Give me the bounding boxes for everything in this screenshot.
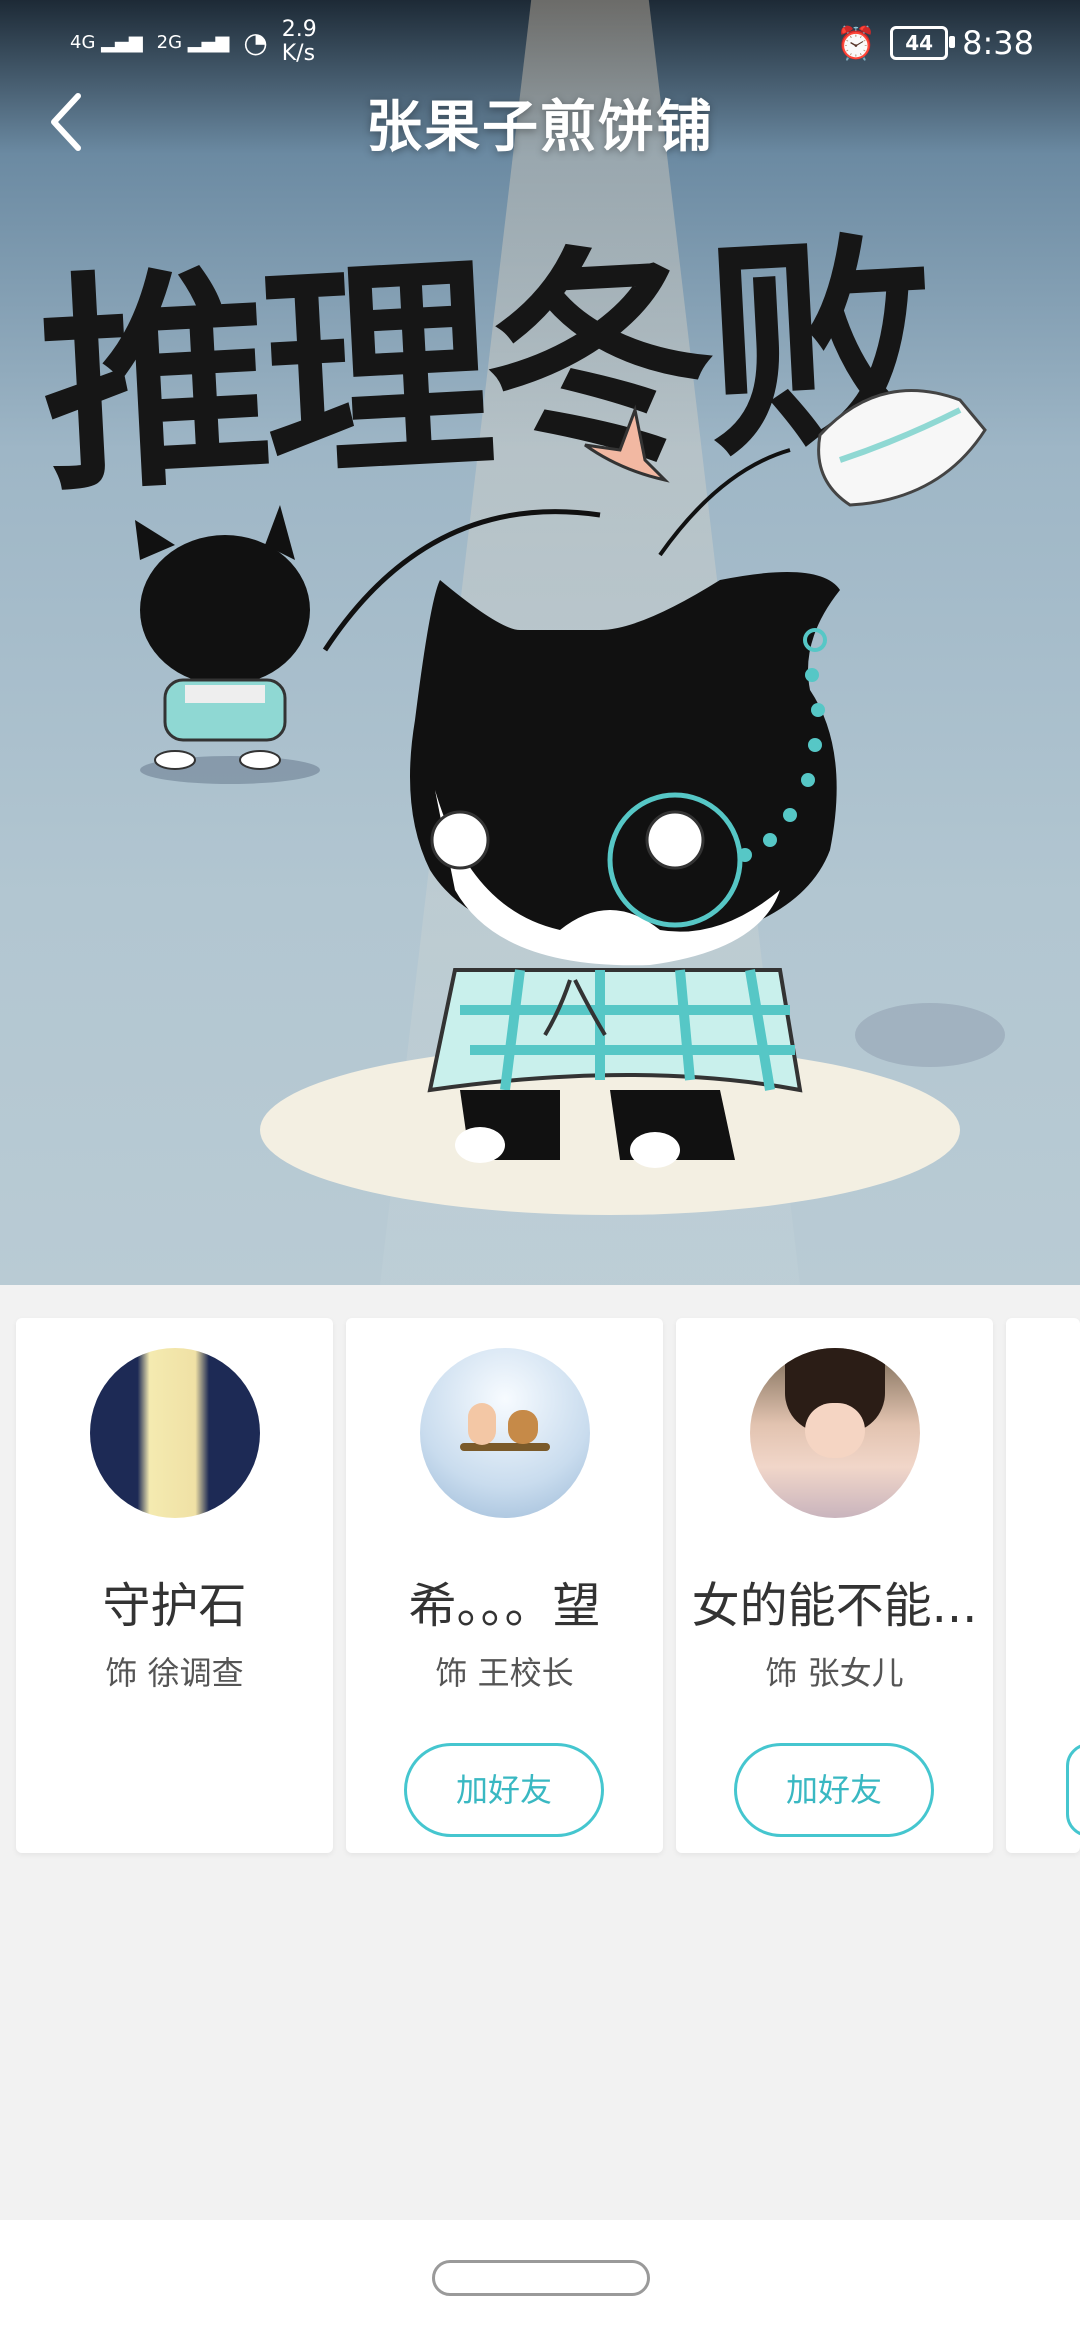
detective-cat-illustration xyxy=(135,389,1005,1215)
network-speed: 2.9 K/s xyxy=(281,17,317,66)
add-friend-button[interactable]: 加好友 xyxy=(734,1743,934,1837)
cast-card[interactable]: 希。。。望 饰 王校长 加好友 xyxy=(346,1318,663,1853)
add-friend-button[interactable]: 加好友 xyxy=(404,1743,604,1837)
small-cat-illustration xyxy=(135,505,320,784)
signal-4g-icon: 4G ▂▄▆ xyxy=(70,31,143,53)
status-bar: 4G ▂▄▆ 2G ▂▄▆ ◔ 2.9 K/s ⏰ 44 8:38 xyxy=(0,0,1080,90)
add-friend-button-partial[interactable] xyxy=(1066,1743,1080,1837)
cast-card[interactable]: 守护石 饰 徐调查 xyxy=(16,1318,333,1853)
cast-card[interactable]: 女的能不能... 饰 张女儿 加好友 xyxy=(676,1318,993,1853)
avatar[interactable] xyxy=(90,1348,260,1518)
page-title: 张果子煎饼铺 xyxy=(366,95,714,160)
navigation-bar xyxy=(0,2220,1080,2340)
home-indicator[interactable] xyxy=(432,2260,650,2296)
clock-time: 8:38 xyxy=(962,24,1034,62)
cast-role: 饰 张女儿 xyxy=(765,1654,904,1692)
cast-role: 饰 王校长 xyxy=(435,1654,574,1692)
avatar[interactable] xyxy=(750,1348,920,1518)
avatar[interactable] xyxy=(420,1348,590,1518)
hero-banner: 推理冬败 4G ▂▄▆ 2G ▂▄▆ ◔ 2.9 K/s ⏰ 44 8:38 张… xyxy=(0,0,1080,1285)
cast-list[interactable]: 守护石 饰 徐调查 希。。。望 饰 王校长 加好友 女的能不能... 饰 张女儿… xyxy=(0,1285,1080,2285)
cast-name: 守护石 xyxy=(102,1578,247,1634)
wifi-icon: ◔ xyxy=(243,25,268,59)
signal-2g-icon: 2G ▂▄▆ xyxy=(156,31,230,53)
cast-name: 希。。。望 xyxy=(408,1578,601,1634)
hat-illustration xyxy=(817,389,987,507)
alarm-icon: ⏰ xyxy=(836,24,877,62)
battery-icon: 44 xyxy=(890,26,956,60)
cast-name: 女的能不能... xyxy=(691,1578,978,1634)
cast-card-partial[interactable] xyxy=(1006,1318,1080,1853)
cast-role: 饰 徐调查 xyxy=(105,1654,244,1692)
